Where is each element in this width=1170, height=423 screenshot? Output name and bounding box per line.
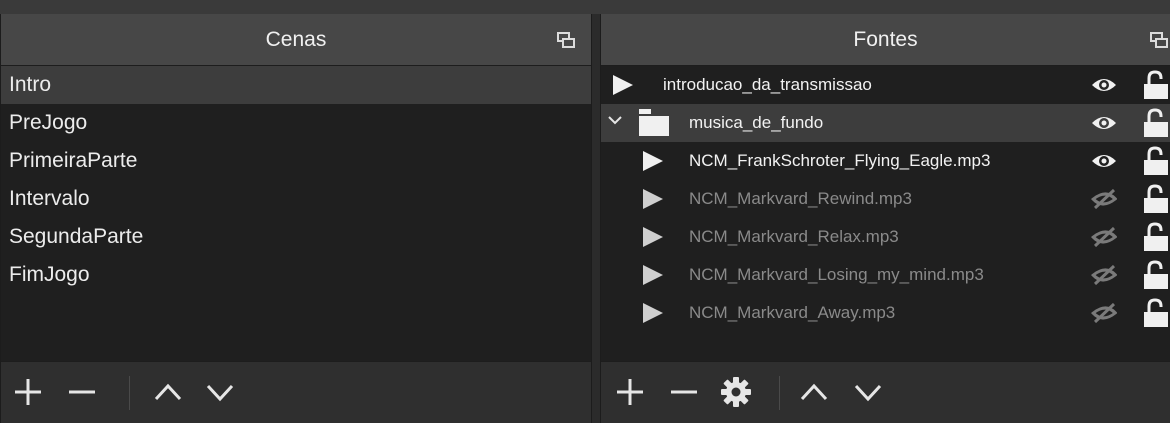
source-item[interactable]: NCM_Markvard_Relax.mp3	[601, 218, 1170, 256]
window-top-strip	[0, 0, 1170, 14]
move-up-icon[interactable]	[151, 375, 185, 409]
scenes-dock: Cenas Intro PreJogo PrimeiraParte Interv…	[0, 14, 592, 423]
play-icon	[613, 75, 633, 95]
unlocked-icon[interactable]	[1142, 70, 1168, 100]
scenes-dock-title: Cenas	[1, 14, 591, 66]
play-icon	[643, 189, 663, 209]
scene-item[interactable]: Intervalo	[1, 180, 591, 218]
source-label: NCM_Markvard_Relax.mp3	[689, 227, 899, 246]
hidden-eye-icon[interactable]	[1091, 227, 1117, 247]
move-up-icon[interactable]	[797, 375, 831, 409]
scene-item[interactable]: Intro	[1, 66, 591, 104]
scenes-title-label: Cenas	[265, 28, 327, 51]
sources-dock: Fontes introducao_da_transmissao musica_…	[600, 14, 1170, 423]
play-icon	[643, 303, 663, 323]
source-label: NCM_Markvard_Losing_my_mind.mp3	[689, 265, 984, 284]
hidden-eye-icon[interactable]	[1091, 265, 1117, 285]
source-item[interactable]: NCM_Markvard_Away.mp3	[601, 294, 1170, 332]
source-item[interactable]: NCM_Markvard_Losing_my_mind.mp3	[601, 256, 1170, 294]
scenes-toolbar	[1, 361, 591, 423]
folder-icon	[639, 109, 669, 136]
visibility-eye-icon[interactable]	[1091, 75, 1117, 95]
scene-item[interactable]: PreJogo	[1, 104, 591, 142]
unlocked-icon[interactable]	[1142, 298, 1168, 328]
play-icon	[643, 151, 663, 171]
unlocked-icon[interactable]	[1142, 146, 1168, 176]
hidden-eye-icon[interactable]	[1091, 303, 1117, 323]
sources-dock-title: Fontes	[601, 14, 1170, 66]
source-item[interactable]: introducao_da_transmissao	[601, 66, 1170, 104]
move-down-icon[interactable]	[203, 375, 237, 409]
scenes-list: Intro PreJogo PrimeiraParte Intervalo Se…	[1, 66, 591, 361]
sources-title-label: Fontes	[853, 28, 918, 51]
undock-icon[interactable]	[557, 32, 575, 48]
undock-icon[interactable]	[1150, 32, 1168, 48]
source-label: NCM_FrankSchroter_Flying_Eagle.mp3	[689, 151, 991, 170]
visibility-eye-icon[interactable]	[1091, 151, 1117, 171]
source-label: NCM_Markvard_Rewind.mp3	[689, 189, 912, 208]
hidden-eye-icon[interactable]	[1091, 189, 1117, 209]
scene-item[interactable]: FimJogo	[1, 256, 591, 294]
play-icon	[643, 265, 663, 285]
source-item[interactable]: NCM_Markvard_Rewind.mp3	[601, 180, 1170, 218]
remove-icon[interactable]	[65, 375, 99, 409]
source-label: introducao_da_transmissao	[663, 75, 872, 94]
toolbar-separator	[779, 376, 780, 410]
source-label: musica_de_fundo	[689, 113, 824, 132]
sources-list: introducao_da_transmissao musica_de_fund…	[601, 66, 1170, 361]
add-icon[interactable]	[11, 375, 45, 409]
unlocked-icon[interactable]	[1142, 184, 1168, 214]
source-item[interactable]: NCM_FrankSchroter_Flying_Eagle.mp3	[601, 142, 1170, 180]
scene-item[interactable]: PrimeiraParte	[1, 142, 591, 180]
add-icon[interactable]	[613, 375, 647, 409]
play-icon	[643, 227, 663, 247]
scene-item[interactable]: SegundaParte	[1, 218, 591, 256]
gear-icon[interactable]	[719, 375, 753, 409]
visibility-eye-icon[interactable]	[1091, 113, 1117, 133]
unlocked-icon[interactable]	[1142, 222, 1168, 252]
toolbar-separator	[129, 376, 130, 410]
source-label: NCM_Markvard_Away.mp3	[689, 303, 896, 322]
move-down-icon[interactable]	[851, 375, 885, 409]
unlocked-icon[interactable]	[1142, 260, 1168, 290]
chevron-down-icon[interactable]	[607, 112, 623, 128]
source-group-item[interactable]: musica_de_fundo	[601, 104, 1170, 142]
remove-icon[interactable]	[667, 375, 701, 409]
sources-toolbar	[601, 361, 1170, 423]
unlocked-icon[interactable]	[1142, 108, 1168, 138]
